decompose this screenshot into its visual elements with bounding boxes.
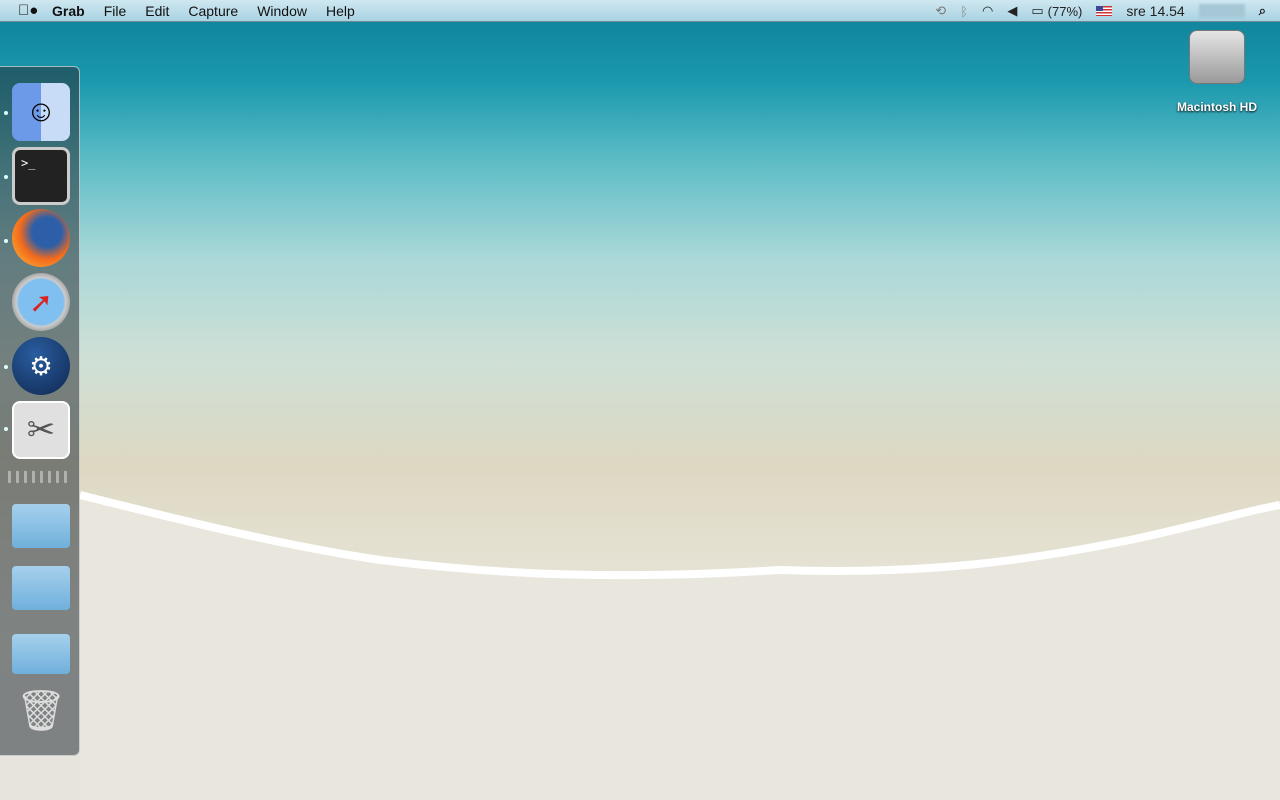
bluetooth-icon[interactable]: ᛒ bbox=[960, 4, 968, 19]
menu-app[interactable]: Grab bbox=[52, 3, 85, 19]
battery-percent[interactable]: (77%) bbox=[1048, 4, 1083, 19]
dock-separator bbox=[8, 471, 72, 483]
battery-icon[interactable]: ▭ bbox=[1031, 3, 1043, 19]
dock-steam-icon[interactable]: ⚙ bbox=[12, 337, 70, 395]
running-indicator bbox=[4, 427, 8, 431]
running-indicator bbox=[4, 175, 8, 179]
wifi-icon[interactable]: ◠ bbox=[982, 3, 993, 19]
running-indicator bbox=[4, 239, 8, 243]
dock-downloads-stack[interactable] bbox=[12, 625, 70, 683]
running-indicator bbox=[4, 111, 8, 115]
menu-edit[interactable]: Edit bbox=[145, 3, 169, 19]
running-indicator bbox=[4, 365, 8, 369]
apple-menu-icon[interactable]: ● bbox=[18, 2, 38, 19]
menu-help[interactable]: Help bbox=[326, 3, 355, 19]
user-name-blurred[interactable] bbox=[1198, 4, 1245, 18]
input-source-flag-icon[interactable] bbox=[1096, 6, 1113, 16]
dock: ☺ >_ ➚ ⚙ ✂ 🗑 bbox=[0, 66, 80, 756]
dock-safari-icon[interactable]: ➚ bbox=[12, 273, 70, 331]
shoreline-foam bbox=[80, 491, 1280, 800]
desktop-macintosh-hd[interactable]: Macintosh HD bbox=[1172, 30, 1262, 114]
dock-terminal-icon[interactable]: >_ bbox=[12, 147, 70, 205]
dock-finder-icon[interactable]: ☺ bbox=[12, 83, 70, 141]
menu-window[interactable]: Window bbox=[257, 3, 307, 19]
hard-drive-icon bbox=[1189, 30, 1245, 84]
drive-label: Macintosh HD bbox=[1176, 100, 1257, 114]
dock-applications-stack[interactable] bbox=[12, 497, 70, 555]
spotlight-search-icon[interactable]: ⌕ bbox=[1259, 3, 1266, 19]
menu-file[interactable]: File bbox=[104, 3, 127, 19]
dock-documents-stack[interactable] bbox=[12, 559, 70, 617]
volume-icon[interactable]: ◀ bbox=[1007, 3, 1017, 19]
dock-firefox-icon[interactable] bbox=[12, 209, 70, 267]
menu-bar: ● Grab File Edit Capture Window Help ⟲ … bbox=[0, 0, 1280, 22]
menu-capture[interactable]: Capture bbox=[188, 3, 238, 19]
dock-grab-icon[interactable]: ✂ bbox=[12, 401, 70, 459]
dock-trash-icon[interactable]: 🗑 bbox=[12, 681, 70, 739]
clock[interactable]: sre 14.54 bbox=[1126, 3, 1184, 19]
time-machine-icon[interactable]: ⟲ bbox=[935, 3, 946, 19]
